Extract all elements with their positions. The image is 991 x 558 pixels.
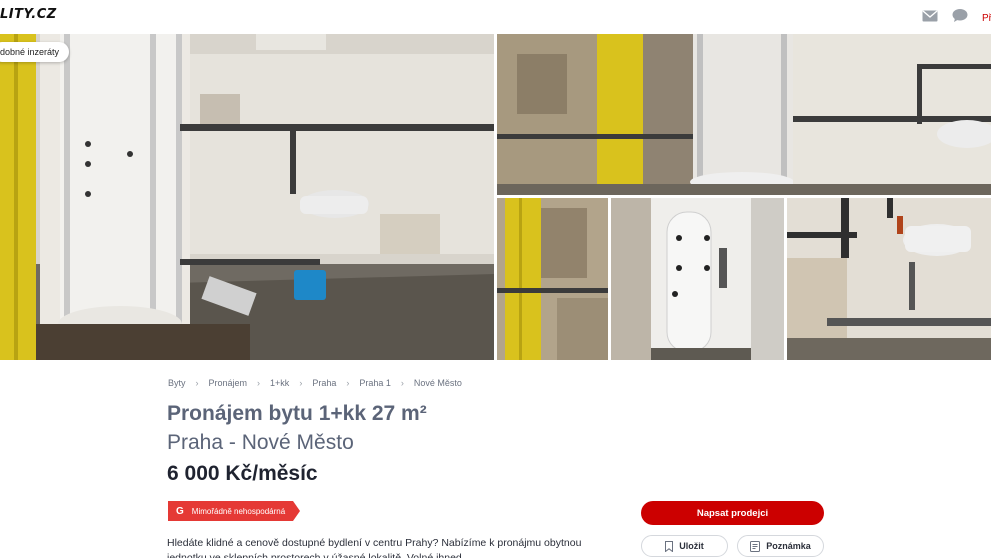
- contact-seller-button[interactable]: Napsat prodejci: [641, 501, 824, 525]
- save-button-label: Uložit: [679, 541, 704, 551]
- chevron-right-icon: ›: [400, 378, 404, 388]
- mail-icon[interactable]: [922, 9, 938, 27]
- listing-location: Praha - Nové Město: [167, 431, 354, 454]
- save-button[interactable]: Uložit: [641, 535, 728, 557]
- gallery-photo-3[interactable]: [497, 198, 608, 360]
- bookmark-icon: [665, 540, 674, 552]
- note-button[interactable]: Poznámka: [737, 535, 824, 557]
- chat-icon[interactable]: [952, 8, 968, 28]
- header-icons: Př: [908, 8, 991, 28]
- breadcrumb-item-nove-mesto[interactable]: Nové Město: [414, 378, 462, 388]
- main-photo[interactable]: dobné inzeráty: [0, 34, 494, 360]
- chevron-right-icon: ›: [257, 378, 261, 388]
- listing-description: Hledáte klidné a cenově dostupné bydlení…: [167, 537, 582, 558]
- note-icon: [750, 540, 761, 552]
- breadcrumb-item-disposition[interactable]: 1+kk: [270, 378, 289, 388]
- breadcrumb-item-pronajem[interactable]: Pronájem: [209, 378, 248, 388]
- similar-listings-pill[interactable]: dobné inzeráty: [0, 42, 70, 62]
- chevron-right-icon: ›: [346, 378, 350, 388]
- energy-rating-badge: G Mimořádně nehospodárná: [168, 501, 301, 521]
- site-logo[interactable]: LITY.CZ: [0, 7, 57, 22]
- energy-class-letter: G: [176, 505, 184, 517]
- gallery-photo-2[interactable]: [497, 34, 991, 195]
- chevron-right-icon: ›: [299, 378, 303, 388]
- listing-title: Pronájem bytu 1+kk 27 m²: [167, 402, 427, 425]
- breadcrumb-item-praha[interactable]: Praha: [312, 378, 336, 388]
- chevron-right-icon: ›: [195, 378, 199, 388]
- breadcrumb-item-praha-1[interactable]: Praha 1: [359, 378, 391, 388]
- gallery-photo-4[interactable]: [611, 198, 784, 360]
- breadcrumb-item-byty[interactable]: Byty: [168, 378, 186, 388]
- listing-price: 6 000 Kč/měsíc: [167, 462, 318, 485]
- top-header: LITY.CZ Př: [0, 0, 991, 34]
- energy-badge-arrow: [293, 501, 301, 521]
- energy-badge-body: G Mimořádně nehospodárná: [168, 501, 294, 521]
- login-link[interactable]: Př: [982, 13, 991, 24]
- energy-class-label: Mimořádně nehospodárná: [191, 506, 286, 516]
- breadcrumb: Byty › Pronájem › 1+kk › Praha › Praha 1…: [168, 378, 462, 388]
- photo-gallery: dobné inzeráty: [0, 34, 991, 360]
- note-button-label: Poznámka: [766, 541, 811, 551]
- gallery-photo-5[interactable]: [787, 198, 991, 360]
